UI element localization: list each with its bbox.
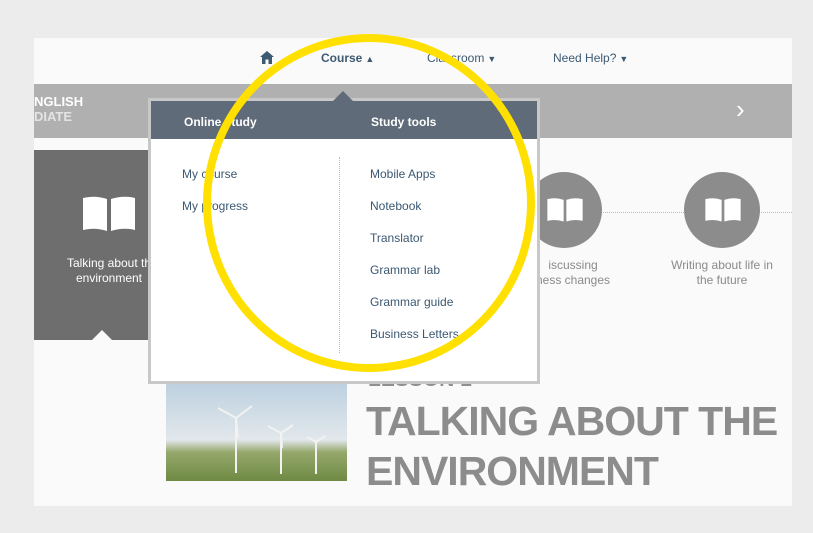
nav-need-help-label: Need Help? — [553, 51, 617, 65]
book-icon — [705, 198, 741, 222]
nav-need-help[interactable]: Need Help? ▼ — [553, 51, 628, 65]
caret-down-icon: ▼ — [619, 54, 629, 64]
home-icon[interactable] — [260, 51, 274, 64]
lesson-thumbnail — [166, 378, 347, 481]
caret-down-icon: ▼ — [487, 54, 497, 64]
chevron-right-icon[interactable]: › — [736, 94, 745, 125]
course-level-line1: NGLISH — [34, 94, 84, 109]
highlight-circle — [203, 34, 535, 372]
lesson-step-label: Writing about life in the future — [652, 258, 792, 288]
lesson-title: TALKING ABOUT THE ENVIRONMENT — [366, 396, 778, 496]
lesson-step-circle[interactable] — [684, 172, 760, 248]
lesson-step-label-line2: the future — [696, 273, 748, 287]
book-icon — [547, 198, 583, 222]
active-step-pointer — [92, 330, 112, 340]
lesson-step-label-line1: Writing about life in — [671, 258, 773, 272]
book-icon — [83, 196, 135, 231]
lesson-title-line1: TALKING ABOUT THE — [366, 398, 778, 444]
wind-turbines-image — [217, 405, 326, 474]
course-level-label: NGLISH DIATE — [34, 94, 83, 124]
course-level-line2: DIATE — [34, 109, 73, 124]
lesson-title-line2: ENVIRONMENT — [366, 448, 659, 494]
